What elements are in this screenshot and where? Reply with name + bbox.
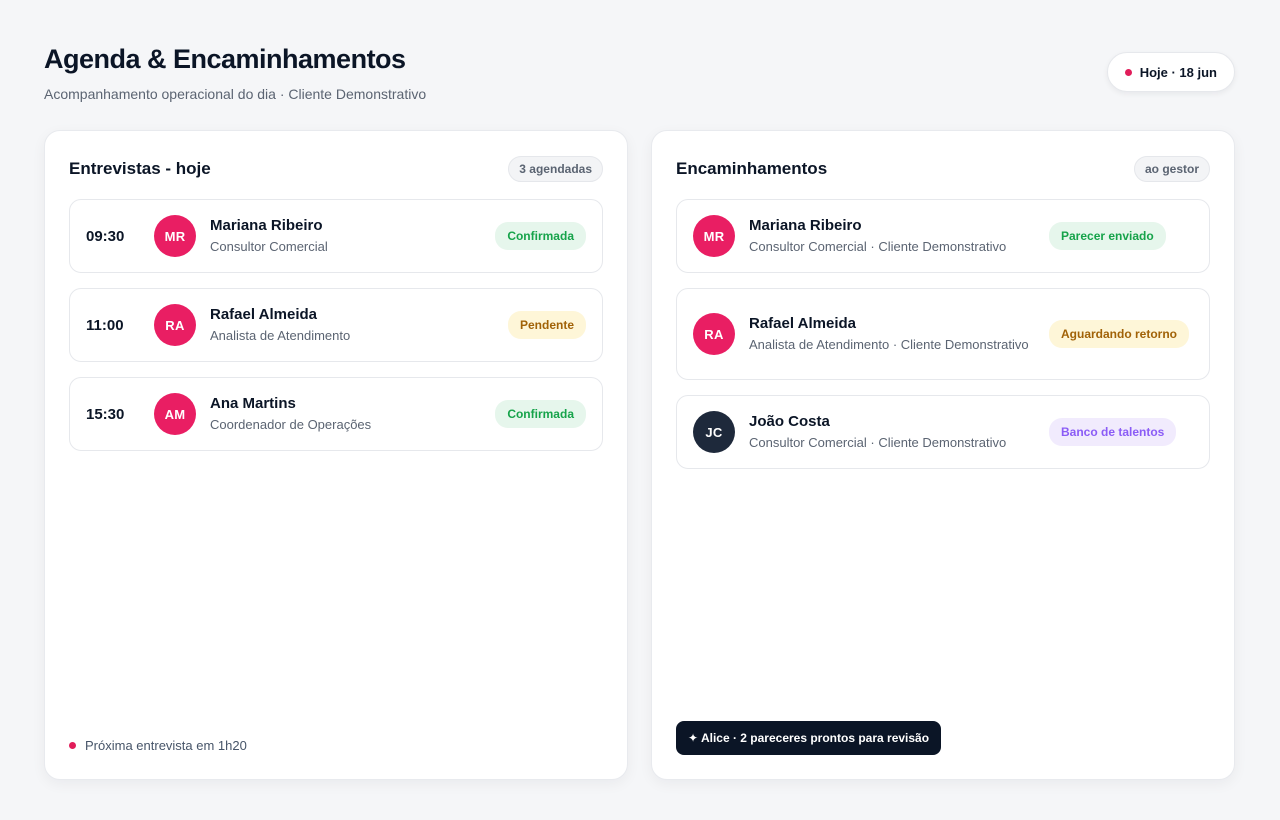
avatar: AM <box>154 393 196 435</box>
referral-info: João Costa Consultor Comercial · Cliente… <box>749 412 1039 453</box>
next-interview-text: Próxima entrevista em 1h20 <box>85 738 247 753</box>
candidate-role: Consultor Comercial · Cliente Demonstrat… <box>749 238 1007 254</box>
status-badge: Pendente <box>507 311 586 339</box>
next-interview-note: Próxima entrevista em 1h20 <box>69 738 247 753</box>
candidate-name: Mariana Ribeiro <box>749 216 862 234</box>
status-badge: Confirmada <box>495 222 586 250</box>
avatar: MR <box>693 215 735 257</box>
candidate-name: Rafael Almeida <box>210 305 317 323</box>
candidate-name: Ana Martins <box>210 394 296 412</box>
live-dot-icon <box>1124 68 1132 76</box>
page-title: Agenda & Encaminhamentos <box>44 44 406 74</box>
date-pill[interactable]: Hoje · 18 jun <box>1106 52 1235 92</box>
avatar: MR <box>154 215 196 257</box>
candidate-name: Rafael Almeida <box>749 314 856 332</box>
referral-row-rafael[interactable]: RA Rafael Almeida Analista de Atendiment… <box>676 288 1210 380</box>
avatar: RA <box>693 313 735 355</box>
interviews-count-badge: 3 agendadas <box>508 156 603 182</box>
referral-info: Mariana Ribeiro Consultor Comercial · Cl… <box>749 216 1039 257</box>
referral-row-mariana[interactable]: MR Mariana Ribeiro Consultor Comercial ·… <box>676 199 1210 273</box>
interview-time: 15:30 <box>86 405 125 423</box>
alert-dot-icon <box>69 742 76 749</box>
status-badge: Aguardando retorno <box>1049 320 1189 348</box>
avatar: RA <box>154 304 196 346</box>
avatar: JC <box>693 411 735 453</box>
page-header: Agenda & Encaminhamentos Acompanhamento … <box>44 42 426 102</box>
candidate-name: Mariana Ribeiro <box>210 216 323 234</box>
status-badge: Confirmada <box>495 400 586 428</box>
interviews-list: 09:30 MR Mariana Ribeiro Consultor Comer… <box>69 199 603 466</box>
page-subtitle: Acompanhamento operacional do dia · Clie… <box>44 86 427 102</box>
interview-info: Rafael Almeida Analista de Atendimento <box>210 305 498 346</box>
referrals-title: Encaminhamentos <box>676 159 828 178</box>
candidate-role: Analista de Atendimento · Cliente Demons… <box>749 336 1029 352</box>
status-badge: Parecer enviado <box>1049 222 1166 250</box>
candidate-role: Consultor Comercial <box>210 238 328 254</box>
interviews-card: Entrevistas - hoje 3 agendadas 09:30 MR … <box>44 130 628 780</box>
referral-info: Rafael Almeida Analista de Atendimento ·… <box>749 314 1039 355</box>
interview-time: 09:30 <box>86 227 125 245</box>
status-badge: Banco de talentos <box>1049 418 1177 446</box>
interview-info: Mariana Ribeiro Consultor Comercial <box>210 216 485 257</box>
referrals-list: MR Mariana Ribeiro Consultor Comercial ·… <box>676 199 1210 484</box>
interview-row-rafael[interactable]: 11:00 RA Rafael Almeida Analista de Aten… <box>69 288 603 362</box>
interview-row-ana[interactable]: 15:30 AM Ana Martins Coordenador de Oper… <box>69 377 603 451</box>
candidate-role: Consultor Comercial · Cliente Demonstrat… <box>749 434 1007 450</box>
interview-time: 11:00 <box>86 316 124 334</box>
candidate-role: Coordenador de Operações <box>210 416 372 432</box>
referrals-card: Encaminhamentos ao gestor MR Mariana Rib… <box>651 130 1235 780</box>
candidate-name: João Costa <box>749 412 830 430</box>
date-label: Hoje · 18 jun <box>1139 64 1217 80</box>
candidate-role: Analista de Atendimento <box>210 327 351 343</box>
interviews-title: Entrevistas - hoje <box>69 159 211 178</box>
referral-row-joao[interactable]: JC João Costa Consultor Comercial · Clie… <box>676 395 1210 469</box>
alice-assistant-button[interactable]: ✦ Alice · 2 pareceres prontos para revis… <box>676 721 942 755</box>
interview-info: Ana Martins Coordenador de Operações <box>210 394 485 435</box>
interviews-card-header: Entrevistas - hoje 3 agendadas <box>69 156 603 182</box>
referrals-target-badge: ao gestor <box>1133 156 1210 182</box>
interview-row-mariana[interactable]: 09:30 MR Mariana Ribeiro Consultor Comer… <box>69 199 603 273</box>
referrals-card-header: Encaminhamentos ao gestor <box>676 156 1210 182</box>
